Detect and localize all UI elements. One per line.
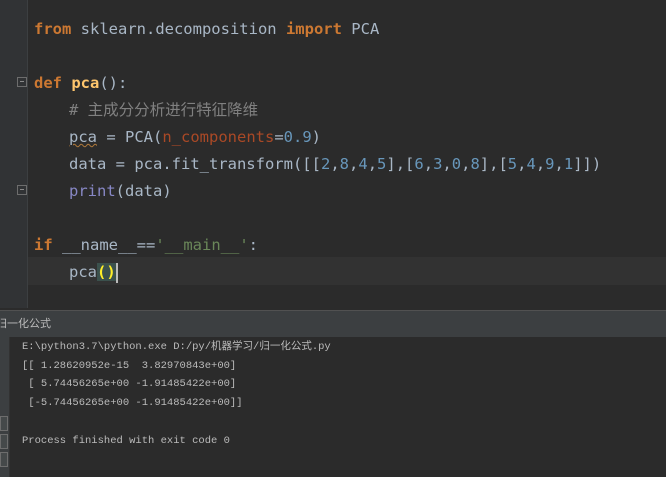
fold-collapse-icon[interactable] xyxy=(17,77,27,87)
code-line-1: from sklearn.decomposition import PCA xyxy=(34,18,379,40)
matrix-value: 2 xyxy=(320,155,331,173)
param-value: 0.9 xyxy=(283,128,312,146)
console-output-line: [[ 1.28620952e-15 3.82970843e+00] xyxy=(22,360,237,372)
code-line-fit-transform: data = pca.fit_transform([[2,8,4,5],[6,3… xyxy=(69,155,602,173)
fit-transform-prefix: data = pca.fit_transform([[ xyxy=(69,155,321,173)
current-line-highlight xyxy=(28,257,666,285)
keyword-if: if xyxy=(34,236,53,254)
module-name: sklearn.decomposition xyxy=(71,20,286,38)
pca-constructor: = PCA( xyxy=(97,128,163,146)
print-args: (data) xyxy=(115,182,172,200)
code-line-if-main: if __name__=='__main__': xyxy=(34,234,258,256)
param-n-components: n_components xyxy=(162,128,275,146)
console-output-line: [ 5.74456265e+00 -1.91485422e+00] xyxy=(22,378,237,390)
matrix-value: 4 xyxy=(358,155,368,173)
console-exit-message: Process finished with exit code 0 xyxy=(22,435,230,447)
name-compare: __name__== xyxy=(52,236,156,254)
code-line-def: def pca(): xyxy=(34,72,127,94)
matrix-value: 8 xyxy=(470,155,480,173)
keyword-import: import xyxy=(285,20,342,38)
matrix-value: 6 xyxy=(414,155,424,173)
function-name: pca xyxy=(71,74,100,92)
call-pca: pca xyxy=(69,263,97,281)
restore-layout-icon[interactable] xyxy=(0,452,8,467)
matrix-value: 8 xyxy=(339,155,349,173)
imported-name: PCA xyxy=(341,20,380,38)
close-paren: ) xyxy=(311,128,321,146)
matrix-value: 5 xyxy=(377,155,387,173)
comment-text: # 主成分分析进行特征降维 xyxy=(69,101,259,119)
matrix-value: 4 xyxy=(526,155,536,173)
matrix-value: 3 xyxy=(433,155,443,173)
code-line-pca-assign: pca = PCA(n_components=0.9) xyxy=(69,126,321,148)
fold-end-icon[interactable] xyxy=(17,185,27,195)
text-caret xyxy=(115,262,118,283)
builtin-print: print xyxy=(69,182,116,200)
rerun-icon[interactable] xyxy=(0,416,8,431)
main-string: '__main__' xyxy=(155,236,249,254)
matrix-value: 1 xyxy=(563,155,574,173)
colon: : xyxy=(248,236,258,254)
variable-pca: pca xyxy=(69,128,97,146)
code-editor[interactable]: from sklearn.decomposition import PCA de… xyxy=(0,0,666,308)
code-line-call: pca() xyxy=(69,261,118,283)
stop-icon[interactable] xyxy=(0,434,8,449)
console-output-line: [-5.74456265e+00 -1.91485422e+00]] xyxy=(22,397,243,409)
matrix-value: 0 xyxy=(451,155,462,173)
fit-transform-suffix: ]]) xyxy=(573,155,602,173)
keyword-def: def xyxy=(34,74,62,92)
matrix-value: 5 xyxy=(507,155,518,173)
code-line-comment: # 主成分分析进行特征降维 xyxy=(69,99,258,121)
code-line-print: print(data) xyxy=(69,180,172,202)
editor-gutter xyxy=(0,0,28,308)
matched-brackets: () xyxy=(97,263,116,281)
run-console[interactable]: E:\python3.7\python.exe D:/py/机器学习/归一化公式… xyxy=(10,337,666,477)
matrix-value: 9 xyxy=(545,155,555,173)
run-config-tab[interactable]: 归一化公式 xyxy=(0,311,51,337)
run-tool-window-header[interactable]: 归一化公式 xyxy=(0,310,666,338)
def-signature: (): xyxy=(99,74,128,92)
run-toolbar xyxy=(0,337,10,477)
assign-op: = xyxy=(274,128,284,146)
keyword-from: from xyxy=(34,20,72,38)
console-command-line: E:\python3.7\python.exe D:/py/机器学习/归一化公式… xyxy=(22,341,331,353)
